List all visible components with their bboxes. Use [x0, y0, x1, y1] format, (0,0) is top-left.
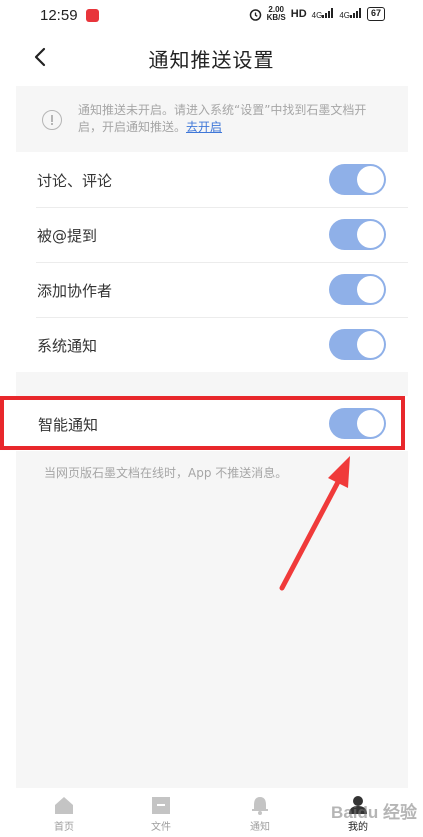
setting-label: 添加协作者 [37, 282, 113, 300]
arrow-annotation-icon [279, 456, 350, 591]
hd-indicator: HD [290, 8, 307, 20]
tab-bar: 首页 文件 通知 我的 Baidu 经验 [0, 788, 423, 837]
status-indicators: 2.00 KB/S HD 4G 4G 67 [249, 6, 385, 22]
app-notification-icon [86, 9, 99, 22]
bell-icon [252, 797, 268, 815]
setting-row-mention: 被@提到 [16, 207, 408, 262]
signal-indicator-1: 4G [312, 8, 335, 20]
tab-label: 文件 [151, 822, 171, 833]
watermark: Baidu 经验 [331, 803, 417, 822]
tab-files[interactable]: 文件 [136, 792, 186, 837]
mention-toggle[interactable] [329, 219, 386, 250]
setting-row-discussion: 讨论、评论 [16, 152, 408, 207]
folder-icon [152, 797, 170, 814]
speed-unit: KB/S [266, 13, 286, 22]
toggle-knob [357, 221, 384, 248]
info-icon [42, 110, 62, 130]
notice-message: 通知推送未开启。请进入系统“设置”中找到石墨文档开启，开启通知推送。 [78, 103, 367, 134]
status-time: 12:59 [40, 7, 78, 24]
smart-notification-description: 当网页版石墨文档在线时，App 不推送消息。 [44, 466, 288, 480]
collaborator-toggle[interactable] [329, 274, 386, 305]
alarm-icon [249, 8, 261, 21]
toggle-knob [357, 331, 384, 358]
status-bar: 12:59 2.00 KB/S HD 4G 4G 67 [0, 0, 423, 32]
setting-label: 被@提到 [37, 227, 98, 245]
notice-text: 通知推送未开启。请进入系统“设置”中找到石墨文档开启，开启通知推送。去开启 [78, 102, 388, 136]
highlight-annotation [0, 396, 405, 450]
tab-notifications[interactable]: 通知 [235, 792, 285, 837]
discussion-toggle[interactable] [329, 164, 386, 195]
settings-group: 讨论、评论 被@提到 添加协作者 系统通知 [16, 152, 408, 372]
signal-indicator-2: 4G [339, 8, 362, 20]
toggle-knob [357, 276, 384, 303]
setting-row-collaborator: 添加协作者 [16, 262, 408, 317]
page-title: 通知推送设置 [148, 48, 275, 72]
home-icon [55, 797, 73, 814]
signal-bars-icon [349, 8, 361, 18]
setting-label: 系统通知 [37, 337, 98, 355]
signal-bars-icon [322, 8, 334, 18]
system-notification-toggle[interactable] [329, 329, 386, 360]
network-speed: 2.00 KB/S [267, 6, 286, 22]
tab-label: 首页 [54, 822, 74, 833]
battery-indicator: 67 [366, 7, 385, 21]
signal-1-label: 4G [311, 11, 323, 20]
tab-home[interactable]: 首页 [39, 792, 89, 837]
setting-row-system: 系统通知 [16, 317, 408, 372]
tab-label: 通知 [250, 822, 270, 833]
notice-banner: 通知推送未开启。请进入系统“设置”中找到石墨文档开启，开启通知推送。去开启 [16, 86, 408, 152]
toggle-knob [357, 166, 384, 193]
setting-label: 讨论、评论 [37, 172, 113, 190]
enable-notification-link[interactable]: 去开启 [186, 120, 222, 134]
nav-bar: 通知推送设置 [0, 32, 423, 82]
signal-2-label: 4G [339, 11, 350, 20]
